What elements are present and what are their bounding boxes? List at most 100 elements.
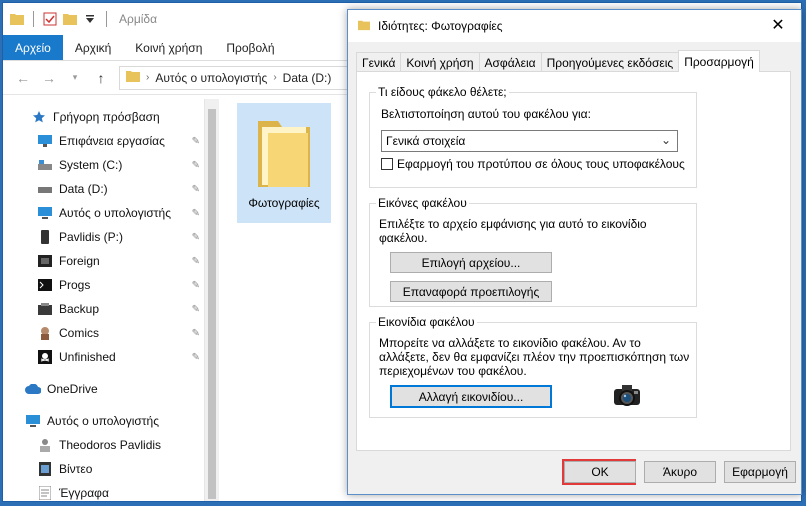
group-folder-type: Τι είδους φάκελο θέλετε; Βελτιστοποίηση … bbox=[369, 85, 697, 188]
up-arrow-icon[interactable]: ↑ bbox=[93, 70, 109, 86]
change-icon-button[interactable]: Αλλαγή εικονιδίου... bbox=[390, 385, 552, 408]
nav-scrollbar[interactable] bbox=[205, 99, 219, 501]
pin-icon[interactable]: ✎ bbox=[192, 208, 200, 219]
nav-item-unfinished[interactable]: Unfinished ✎ bbox=[3, 345, 204, 369]
nav-item-backup[interactable]: Backup ✎ bbox=[3, 297, 204, 321]
nav-label: Επιφάνεια εργασίας bbox=[59, 134, 165, 148]
tab-previous-versions[interactable]: Προηγούμενες εκδόσεις bbox=[540, 52, 680, 72]
nav-item-videos[interactable]: Βίντεο bbox=[3, 457, 204, 481]
nav-label: System (C:) bbox=[59, 158, 123, 172]
pin-icon[interactable]: ✎ bbox=[192, 232, 200, 243]
close-icon[interactable]: ✕ bbox=[755, 10, 801, 40]
optimize-select[interactable]: Γενικά στοιχεία ⌄ bbox=[381, 130, 678, 152]
dialog-titlebar: Ιδιότητες: Φωτογραφίες bbox=[348, 10, 801, 42]
tab-general[interactable]: Γενικά bbox=[356, 52, 402, 72]
nav-item-onedrive[interactable]: OneDrive bbox=[3, 377, 204, 401]
terminal-icon bbox=[37, 277, 53, 293]
video-icon bbox=[37, 461, 53, 477]
nav-label: Unfinished bbox=[59, 350, 116, 364]
nav-label: Αυτός ο υπολογιστής bbox=[59, 206, 171, 220]
nav-item-foreign[interactable]: Foreign ✎ bbox=[3, 249, 204, 273]
nav-item-desktop[interactable]: Επιφάνεια εργασίας ✎ bbox=[3, 129, 204, 153]
nav-item-theodoros-pavlidis[interactable]: Theodoros Pavlidis bbox=[3, 433, 204, 457]
cancel-button[interactable]: Άκυρο bbox=[644, 461, 716, 483]
computer-icon bbox=[25, 413, 41, 429]
chevron-down-icon: ⌄ bbox=[660, 133, 671, 147]
nav-item-pavlidis-p[interactable]: Pavlidis (P:) ✎ bbox=[3, 225, 204, 249]
pin-icon[interactable]: ✎ bbox=[192, 136, 200, 147]
divider bbox=[106, 11, 107, 27]
pin-icon[interactable]: ✎ bbox=[192, 280, 200, 291]
desktop-icon bbox=[37, 133, 53, 149]
nav-item-this-pc[interactable]: Αυτός ο υπολογιστής bbox=[3, 409, 204, 433]
properties-check-icon[interactable] bbox=[42, 11, 58, 27]
nav-item-system-c[interactable]: System (C:) ✎ bbox=[3, 153, 204, 177]
ribbon-tab-view[interactable]: Προβολή bbox=[214, 35, 286, 60]
scroll-thumb[interactable] bbox=[208, 109, 216, 499]
nav-label: Foreign bbox=[59, 254, 100, 268]
nav-item-progs[interactable]: Progs ✎ bbox=[3, 273, 204, 297]
nav-label: Pavlidis (P:) bbox=[59, 230, 124, 244]
tab-customize[interactable]: Προσαρμογή bbox=[678, 50, 760, 72]
pictures-desc-line1: Επιλέξτε το αρχείο εμφάνισης για αυτό το… bbox=[379, 217, 647, 231]
drive-icon bbox=[37, 157, 53, 173]
dialog-tabs: Γενικά Κοινή χρήση Ασφάλεια Προηγούμενες… bbox=[356, 50, 760, 72]
nav-label: Έγγραφα bbox=[59, 486, 109, 500]
restore-default-button[interactable]: Επαναφορά προεπιλογής bbox=[390, 281, 552, 302]
user-folder-icon bbox=[37, 437, 53, 453]
customize-quick-access-icon[interactable] bbox=[82, 11, 98, 27]
choose-file-button[interactable]: Επιλογή αρχείου... bbox=[390, 252, 552, 273]
nav-item-quick-access[interactable]: Γρήγορη πρόσβαση bbox=[3, 105, 204, 129]
nav-label: OneDrive bbox=[47, 382, 98, 396]
folder-tile-photos[interactable]: Φωτογραφίες bbox=[237, 103, 331, 223]
group-title: Εικόνες φακέλου bbox=[376, 196, 469, 210]
folder-icon bbox=[9, 11, 25, 27]
nav-item-documents[interactable]: Έγγραφα bbox=[3, 481, 204, 501]
folder-icon bbox=[126, 70, 140, 85]
nav-label: Βίντεο bbox=[59, 462, 93, 476]
window-title: Αρμίδα bbox=[119, 12, 158, 26]
nav-item-this-pc-pinned[interactable]: Αυτός ο υπολογιστής ✎ bbox=[3, 201, 204, 225]
new-folder-icon[interactable] bbox=[62, 11, 78, 27]
pin-icon[interactable]: ✎ bbox=[192, 160, 200, 171]
pin-icon[interactable]: ✎ bbox=[192, 328, 200, 339]
divider bbox=[33, 11, 34, 27]
apply-button[interactable]: Εφαρμογή bbox=[724, 461, 796, 483]
pictures-desc-line2: φακέλου. bbox=[379, 231, 428, 245]
tab-sharing[interactable]: Κοινή χρήση bbox=[400, 52, 480, 72]
chevron-right-icon[interactable]: › bbox=[146, 72, 149, 83]
ribbon-tab-file[interactable]: Αρχείο bbox=[3, 35, 63, 60]
pin-icon[interactable]: ✎ bbox=[192, 184, 200, 195]
ribbon-tab-home[interactable]: Αρχική bbox=[63, 35, 123, 60]
nav-item-comics[interactable]: Comics ✎ bbox=[3, 321, 204, 345]
address-bar[interactable]: › Αυτός ο υπολογιστής › Data (D:) bbox=[119, 65, 359, 90]
breadcrumb-this-pc[interactable]: Αυτός ο υπολογιστής bbox=[155, 71, 267, 85]
recent-dropdown-icon[interactable]: ▾ bbox=[67, 72, 83, 83]
chevron-right-icon[interactable]: › bbox=[273, 72, 276, 83]
nav-label: Data (D:) bbox=[59, 182, 108, 196]
pin-icon[interactable]: ✎ bbox=[192, 304, 200, 315]
nav-label: Backup bbox=[59, 302, 100, 316]
camera-icon bbox=[610, 379, 644, 414]
tab-security[interactable]: Ασφάλεια bbox=[478, 52, 542, 72]
optimize-label: Βελτιστοποίηση αυτού του φακέλου για: bbox=[381, 107, 591, 121]
back-arrow-icon[interactable]: ← bbox=[15, 70, 31, 86]
ok-button[interactable]: OK bbox=[564, 461, 636, 483]
ribbon-tab-share[interactable]: Κοινή χρήση bbox=[123, 35, 214, 60]
pin-icon[interactable]: ✎ bbox=[192, 256, 200, 267]
nav-label: Comics bbox=[59, 326, 100, 340]
group-folder-pictures: Εικόνες φακέλου Επιλέξτε το αρχείο εμφάν… bbox=[369, 196, 697, 307]
apply-template-row[interactable]: Εφαρμογή του προτύπου σε όλους τους υποφ… bbox=[381, 157, 685, 171]
forward-arrow-icon[interactable]: → bbox=[41, 70, 57, 86]
customize-panel: Τι είδους φάκελο θέλετε; Βελτιστοποίηση … bbox=[356, 71, 791, 451]
nav-label: Γρήγορη πρόσβαση bbox=[53, 110, 160, 124]
nav-item-data-d[interactable]: Data (D:) ✎ bbox=[3, 177, 204, 201]
pin-icon[interactable]: ✎ bbox=[192, 352, 200, 363]
breadcrumb-data-d[interactable]: Data (D:) bbox=[283, 71, 332, 85]
documents-icon bbox=[37, 485, 53, 501]
cloud-icon bbox=[25, 381, 41, 397]
icons-desc-line3: περιεχομένων του φακέλου. bbox=[379, 364, 527, 378]
phone-icon bbox=[37, 229, 53, 245]
apply-template-checkbox[interactable] bbox=[381, 158, 393, 170]
star-icon bbox=[31, 109, 47, 125]
